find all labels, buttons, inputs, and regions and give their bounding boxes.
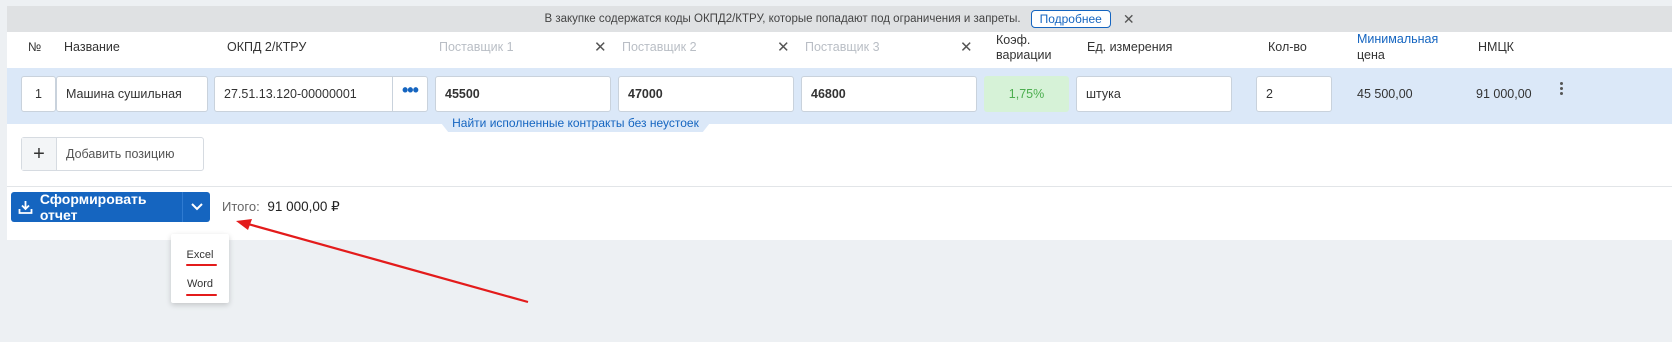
nmck-value: 91 000,00 [1476, 87, 1532, 101]
row-number-field[interactable]: 1 [21, 76, 56, 112]
more-button[interactable]: Подробнее [1030, 10, 1111, 28]
header-min-price-line1[interactable]: Минимальная [1357, 32, 1438, 46]
header-nmck: НМЦК [1478, 40, 1514, 54]
menu-item-excel[interactable]: Excel [171, 249, 229, 261]
header-qty: Кол-во [1268, 40, 1307, 54]
header-min-price-line2: цена [1357, 48, 1385, 62]
total-label: Итого: [222, 199, 260, 214]
header-okpd: ОКПД 2/КТРУ [227, 40, 307, 54]
chevron-down-icon[interactable] [183, 203, 210, 211]
notice-text: В закупке содержатся коды ОКПД2/КТРУ, ко… [544, 13, 1021, 25]
excel-annotation-underline [186, 264, 217, 266]
header-num: № [28, 40, 42, 54]
header-supplier-2: Поставщик 2 [622, 40, 697, 54]
supplier-2-price-input[interactable]: 47000 [618, 76, 794, 112]
coef-variation-badge: 1,75% [984, 76, 1069, 112]
header-coef-line2: вариации [996, 48, 1052, 62]
footer-divider [7, 186, 1672, 187]
unit-field[interactable]: штука [1076, 76, 1232, 112]
restriction-notice: В закупке содержатся коды ОКПД2/КТРУ, ко… [7, 6, 1672, 32]
supplier-3-price-input[interactable]: 46800 [801, 76, 977, 112]
report-button-label: Сформировать отчет [39, 191, 147, 223]
remove-supplier-3-icon[interactable]: ✕ [960, 38, 973, 56]
add-position-label: Добавить позицию [66, 147, 175, 161]
header-supplier-1: Поставщик 1 [439, 40, 514, 54]
menu-item-word[interactable]: Word [171, 278, 229, 290]
header-coef-line1: Коэф. [996, 33, 1031, 47]
name-field[interactable]: Машина сушильная [56, 76, 208, 112]
word-annotation-underline [186, 294, 217, 296]
remove-supplier-1-icon[interactable]: ✕ [594, 38, 607, 56]
add-position-button[interactable]: + Добавить позицию [21, 137, 204, 171]
close-notice-icon[interactable]: ✕ [1123, 11, 1135, 28]
okpd-field[interactable]: 27.51.13.120-00000001 [214, 76, 428, 112]
total-value: 91 000,00 ₽ [267, 199, 340, 214]
procurement-panel: В закупке содержатся коды ОКПД2/КТРУ, ко… [7, 6, 1672, 240]
remove-supplier-2-icon[interactable]: ✕ [777, 38, 790, 56]
find-contracts-link[interactable]: Найти исполненные контракты без неустоек [434, 114, 717, 132]
min-price-value: 45 500,00 [1357, 87, 1413, 101]
okpd-value: 27.51.13.120-00000001 [224, 87, 357, 101]
plus-icon: + [22, 138, 57, 170]
download-icon [11, 200, 40, 215]
supplier-1-price-input[interactable]: 45500 [435, 76, 611, 112]
header-unit: Ед. измерения [1087, 40, 1173, 54]
quantity-field[interactable]: 2 [1256, 76, 1332, 112]
okpd-more-icon[interactable]: ••• [402, 80, 419, 101]
header-name: Название [64, 40, 120, 54]
header-supplier-3: Поставщик 3 [805, 40, 880, 54]
row-more-icon[interactable] [1557, 80, 1565, 100]
generate-report-button[interactable]: Сформировать отчет [11, 191, 210, 223]
report-format-menu: Excel Word [171, 234, 229, 303]
total-summary: Итого: 91 000,00 ₽ [222, 199, 340, 215]
